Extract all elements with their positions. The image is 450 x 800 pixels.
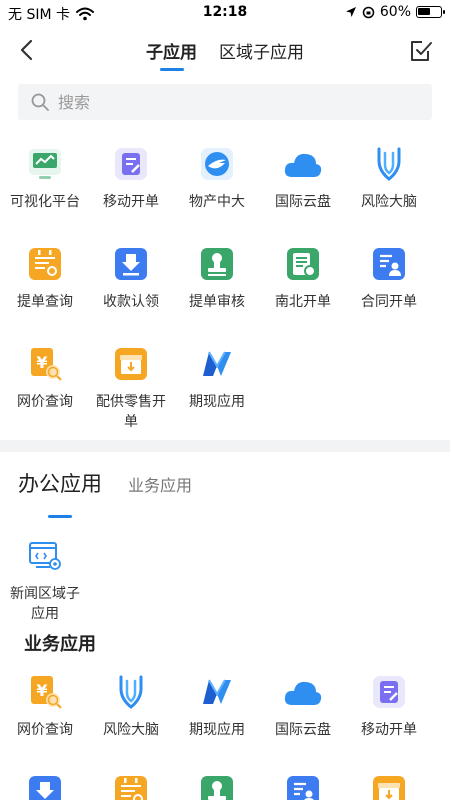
app-label: 提单查询 (17, 294, 73, 310)
business-app-3[interactable]: 国际云盘 (260, 672, 346, 740)
top-nav: 子应用 区域子应用 (0, 26, 450, 76)
business-app-8[interactable] (260, 772, 346, 800)
sub-apps-grid: 可视化平台 移动开单 物产中大 国际云盘 风险大脑提单查询 收款认领 提单审核 南北开单 合同开… (0, 144, 450, 432)
download-icon (111, 244, 151, 284)
app-label: 移动开单 (103, 194, 159, 210)
app-label: 配供零售开单 (96, 394, 166, 430)
download-icon (25, 772, 65, 800)
sub-app-12[interactable]: 期现应用 (174, 344, 260, 432)
sub-app-6[interactable]: 收款认领 (88, 244, 174, 312)
app-label: 风险大脑 (361, 194, 417, 210)
stamp-icon (197, 772, 237, 800)
battery-icon (416, 6, 445, 18)
calendar-doc-icon (25, 244, 65, 284)
office-app-0[interactable]: 新闻区域子应用 (2, 536, 88, 624)
search-icon (31, 93, 49, 111)
battery-fill (418, 8, 430, 15)
news-settings-icon (25, 536, 65, 576)
sub-app-2[interactable]: 物产中大 (174, 144, 260, 212)
sub-app-3[interactable]: 国际云盘 (260, 144, 346, 212)
office-apps-grid: 新闻区域子应用 (0, 536, 450, 624)
edit-doc-icon (369, 672, 409, 712)
business-heading: 业务应用 (24, 634, 96, 655)
business-app-4[interactable]: 移动开单 (346, 672, 432, 740)
contract-icon (283, 772, 323, 800)
status-right: 60% (345, 4, 445, 20)
nav-tabs: 子应用 区域子应用 (0, 38, 450, 71)
app-label: 提单审核 (189, 294, 245, 310)
search-input[interactable] (58, 92, 398, 112)
rotation-lock-icon (362, 6, 375, 18)
checkbox-edit-icon[interactable] (408, 38, 434, 64)
dashboard-icon (25, 144, 65, 184)
sub-app-4[interactable]: 风险大脑 (346, 144, 432, 212)
calendar-doc-icon (111, 772, 151, 800)
app-label: 可视化平台 (10, 194, 80, 210)
business-app-0[interactable]: ¥ 网价查询 (2, 672, 88, 740)
sub-app-1[interactable]: 移动开单 (88, 144, 174, 212)
cloud-icon (283, 144, 323, 184)
sub-app-7[interactable]: 提单审核 (174, 244, 260, 312)
location-icon (345, 7, 356, 17)
app-label: 期现应用 (189, 722, 245, 738)
sub-app-0[interactable]: 可视化平台 (2, 144, 88, 212)
price-search-icon: ¥ (25, 672, 65, 712)
sub-app-11[interactable]: 配供零售开单 (88, 344, 174, 432)
search-bar[interactable] (18, 84, 432, 120)
edit-doc-icon (111, 144, 151, 184)
app-label: 期现应用 (189, 394, 245, 410)
futures-logo-icon (197, 672, 237, 712)
box-icon (111, 344, 151, 384)
svg-text:¥: ¥ (36, 353, 47, 372)
sub-app-10[interactable]: ¥ 网价查询 (2, 344, 88, 432)
business-app-6[interactable] (88, 772, 174, 800)
stamp-icon (197, 244, 237, 284)
office-tabs: 办公应用 业务应用 (18, 468, 192, 518)
svg-text:¥: ¥ (36, 681, 47, 700)
app-label: 合同开单 (361, 294, 417, 310)
section-divider (0, 440, 450, 452)
sub-app-9[interactable]: 合同开单 (346, 244, 432, 312)
tab-business-apps[interactable]: 业务应用 (128, 472, 192, 498)
tab-regional-sub-apps[interactable]: 区域子应用 (219, 38, 304, 63)
app-label: 新闻区域子应用 (10, 586, 80, 622)
company-logo-icon (197, 144, 237, 184)
business-app-9[interactable] (346, 772, 432, 800)
price-search-icon: ¥ (25, 344, 65, 384)
app-label: 物产中大 (189, 194, 245, 210)
app-label: 移动开单 (361, 722, 417, 738)
cloud-icon (283, 672, 323, 712)
business-apps-grid: ¥ 网价查询 风险大脑 期现应用 国际云盘 移动开单 (0, 672, 450, 800)
app-label: 收款认领 (103, 294, 159, 310)
sub-app-8[interactable]: 南北开单 (260, 244, 346, 312)
business-app-2[interactable]: 期现应用 (174, 672, 260, 740)
box-icon (369, 772, 409, 800)
app-label: 网价查询 (17, 722, 73, 738)
futures-logo-icon (197, 344, 237, 384)
status-bar: 无 SIM 卡 12:18 60% (0, 0, 450, 26)
business-app-5[interactable] (2, 772, 88, 800)
tab-sub-apps[interactable]: 子应用 (146, 38, 197, 71)
business-app-1[interactable]: 风险大脑 (88, 672, 174, 740)
contract-icon (369, 244, 409, 284)
sub-app-5[interactable]: 提单查询 (2, 244, 88, 312)
app-label: 南北开单 (275, 294, 331, 310)
battery-percent: 60% (379, 4, 411, 20)
app-label: 国际云盘 (275, 722, 331, 738)
app-label: 网价查询 (17, 394, 73, 410)
brain-icon (369, 144, 409, 184)
app-label: 风险大脑 (103, 722, 159, 738)
business-app-7[interactable] (174, 772, 260, 800)
app-label: 国际云盘 (275, 194, 331, 210)
invoice-icon (283, 244, 323, 284)
tab-office-apps[interactable]: 办公应用 (18, 468, 102, 518)
brain-icon (111, 672, 151, 712)
